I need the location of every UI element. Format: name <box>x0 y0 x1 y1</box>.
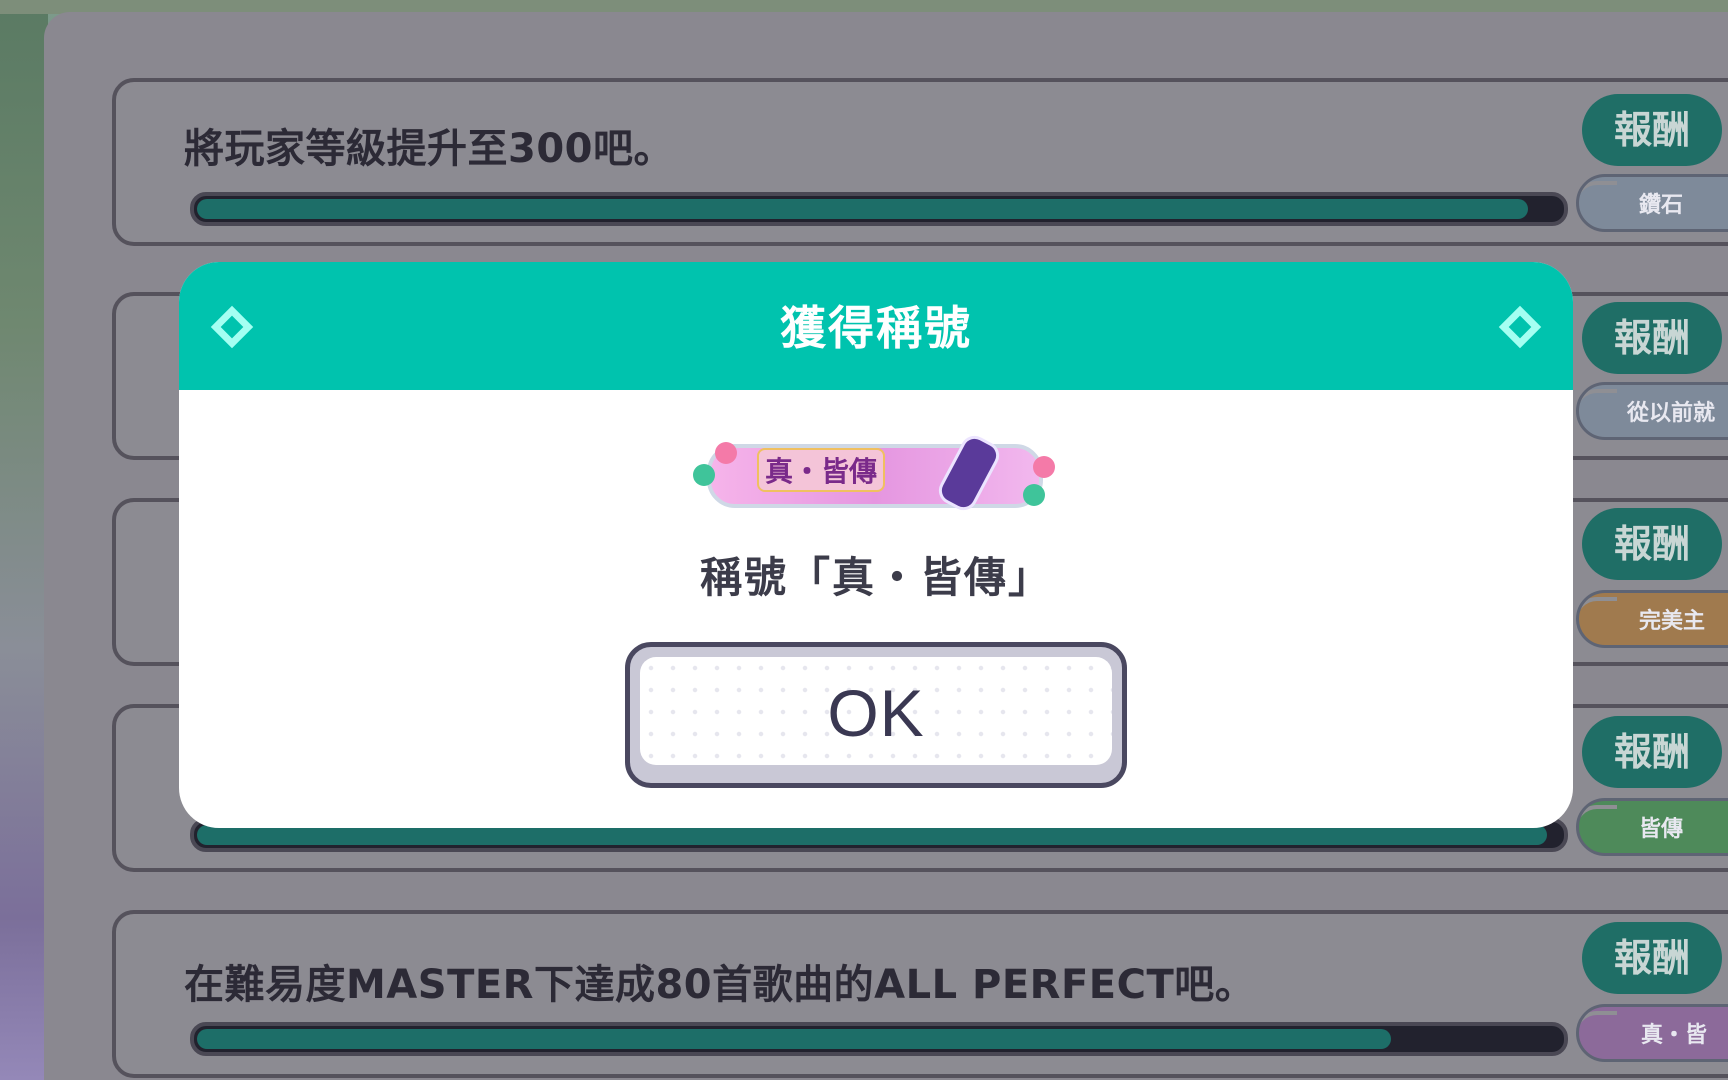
flower-icon <box>1023 484 1045 506</box>
mission-row: 將玩家等級提升至300吧。 <box>112 78 1728 246</box>
reward-item-tag: 從以前就 <box>1576 382 1728 440</box>
dialog-title: 獲得稱號 <box>780 301 972 355</box>
reward-button[interactable]: 報酬 <box>1582 508 1722 580</box>
dialog-message: 稱號「真・皆傳」 <box>699 553 1052 602</box>
wreath-icon <box>1579 181 1617 229</box>
progress-fill <box>197 825 1548 845</box>
reward-button[interactable]: 報酬 <box>1582 302 1722 374</box>
reward-item-tag: 完美主 <box>1576 590 1728 648</box>
reward-item-label: 真・皆 <box>1641 1023 1708 1048</box>
reward-item-label: 完美主 <box>1639 609 1706 634</box>
ok-button-label: OK <box>827 676 925 750</box>
reward-item-tag: 皆傳 <box>1576 798 1728 856</box>
mission-description: 將玩家等級提升至300吧。 <box>184 126 674 172</box>
reward-item-label: 鑽石 <box>1639 193 1684 218</box>
progress-fill <box>197 199 1529 219</box>
reward-button[interactable]: 報酬 <box>1582 94 1722 166</box>
flower-icon <box>693 464 715 486</box>
reward-item-tag: 真・皆 <box>1576 1004 1728 1062</box>
wreath-icon <box>1579 805 1617 853</box>
wreath-icon <box>1579 1011 1617 1059</box>
reward-button[interactable]: 報酬 <box>1582 716 1722 788</box>
reward-item-tag: 鑽石 <box>1576 174 1728 232</box>
reward-item-label: 皆傳 <box>1639 817 1684 842</box>
wreath-icon <box>1579 597 1617 645</box>
mission-progress-bar <box>190 1022 1568 1056</box>
dialog-header: 獲得稱號 <box>179 262 1573 390</box>
reward-item-label: 從以前就 <box>1627 401 1716 426</box>
badge-text: 真・皆傳 <box>757 448 886 492</box>
mission-description: 在難易度MASTER下達成80首歌曲的ALL PERFECT吧。 <box>184 962 1256 1008</box>
flower-icon <box>1033 456 1055 478</box>
background-scenery <box>0 0 48 1080</box>
progress-fill <box>197 1029 1392 1049</box>
mission-progress-bar <box>190 192 1568 226</box>
flower-icon <box>715 442 737 464</box>
title-acquired-dialog: 獲得稱號 真・皆傳 稱號「真・皆傳」 OK <box>179 262 1573 828</box>
wreath-icon <box>1579 389 1617 437</box>
reward-button[interactable]: 報酬 <box>1582 922 1722 994</box>
title-badge: 真・皆傳 <box>687 430 1063 518</box>
mission-row: 在難易度MASTER下達成80首歌曲的ALL PERFECT吧。 <box>112 910 1728 1078</box>
ok-button[interactable]: OK <box>625 642 1127 788</box>
